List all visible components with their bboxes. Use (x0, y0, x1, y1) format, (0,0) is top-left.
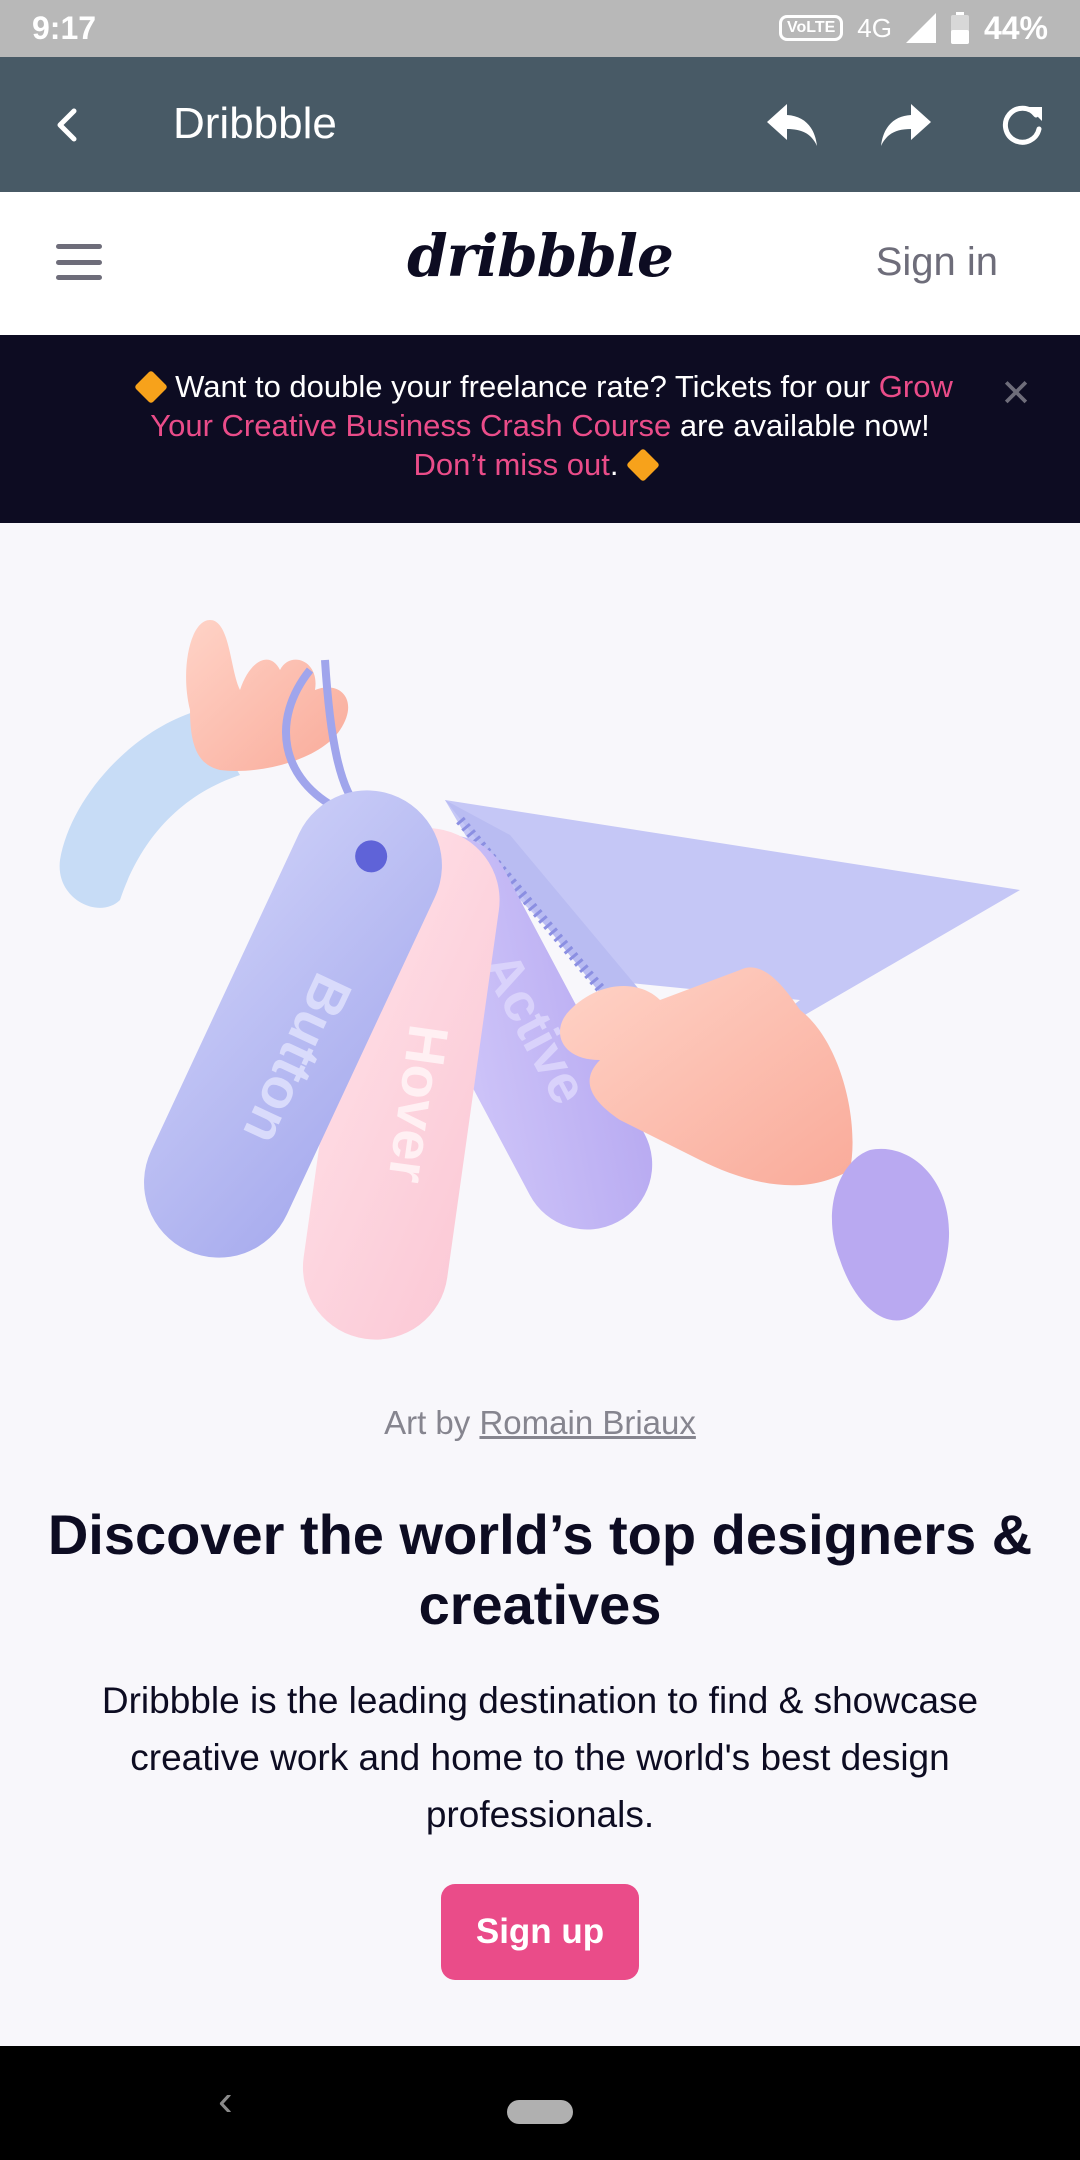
page-headline: Discover the world’s top designers & cre… (47, 1503, 1033, 1636)
status-icons: VoLTE 4G 44% (778, 9, 1048, 46)
back-arrow-icon[interactable] (34, 91, 102, 159)
status-time: 9:17 (32, 10, 97, 46)
refresh-icon[interactable] (988, 91, 1056, 159)
battery-icon (950, 12, 969, 44)
artist-link[interactable]: Romain Briaux (479, 1404, 695, 1441)
orange-diamond-icon (625, 448, 660, 482)
hero-illustration: Active Hover Button (40, 560, 1040, 1340)
sign-up-button[interactable]: Sign up (441, 1884, 639, 1980)
sign-in-link[interactable]: Sign in (876, 240, 998, 285)
nav-home-pill-icon[interactable] (507, 2100, 573, 2124)
close-icon[interactable]: ✕ (1000, 371, 1032, 416)
page-description: Dribbble is the leading destination to f… (101, 1680, 979, 1835)
system-nav-bar: ‹ (0, 2046, 1080, 2160)
volte-icon: VoLTE (778, 15, 844, 41)
reply-icon[interactable] (758, 91, 826, 159)
banner-text: Want to double your freelance rate? Tick… (110, 367, 970, 484)
site-header: dribbble Sign in (0, 192, 1080, 335)
promo-banner: Want to double your freelance rate? Tick… (0, 335, 1080, 523)
art-credit: Art by Romain Briaux (384, 1404, 696, 1441)
network-type: 4G (857, 12, 892, 43)
app-title: Dribbble (173, 99, 337, 148)
app-bar: Dribbble (0, 57, 1080, 192)
status-bar: 9:17 VoLTE 4G 44% (0, 0, 1080, 57)
signal-icon (905, 13, 936, 43)
dont-miss-out-link[interactable]: Don’t miss out (413, 447, 609, 482)
orange-diamond-icon (134, 370, 169, 404)
right-sleeve-shape (831, 1148, 950, 1321)
nav-back-icon[interactable]: ‹ (218, 2076, 233, 2126)
forward-icon[interactable] (872, 91, 940, 159)
battery-percent: 44% (983, 9, 1048, 46)
